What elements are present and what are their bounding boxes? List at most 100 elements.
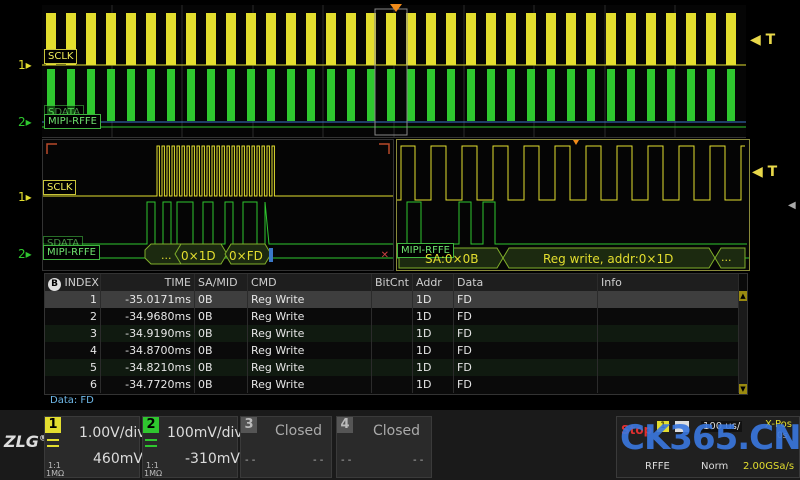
ch2-settings[interactable]: 2 100mV/div -310mV 1:1 1MΩ <box>142 416 243 478</box>
ch1-offset: 460mV <box>93 451 143 467</box>
side-panel-toggle[interactable]: ◀ <box>788 200 796 211</box>
ch4-dash-left: - - <box>341 455 352 466</box>
cell-sa: 0B <box>195 359 248 376</box>
cell-data: FD <box>454 359 598 376</box>
cell-sa: 0B <box>195 291 248 308</box>
col-header-addr[interactable]: Addr <box>413 274 454 291</box>
scroll-down-arrow[interactable]: ▼ <box>739 384 747 394</box>
ch2-marker-top[interactable]: 2▸ <box>18 115 32 129</box>
col-header-bitcnt[interactable]: BitCnt <box>372 274 413 291</box>
trigger-mode: Norm <box>701 461 729 472</box>
cell-bitcnt <box>372 291 413 308</box>
cell-data: FD <box>454 376 598 393</box>
cell-index: 4 <box>45 342 101 359</box>
decode-table[interactable]: B INDEX TIME SA/MID CMD BitCnt Addr Data… <box>44 273 748 395</box>
cell-data: FD <box>454 308 598 325</box>
ch3-dash-left: - - <box>245 455 256 466</box>
zoom-left-decode-addr: 0×1D <box>181 249 216 263</box>
cell-data: FD <box>454 291 598 308</box>
col-header-info[interactable]: Info <box>598 274 739 291</box>
zoom-left-decode-data: 0×FD <box>229 249 263 263</box>
cell-bitcnt <box>372 342 413 359</box>
zoom-right-pane[interactable]: MIPI-RFFE SA:0×0B Reg write, addr:0×1D .… <box>396 139 750 271</box>
cell-info <box>598 308 739 325</box>
ch4-dash-right: - - <box>413 455 424 466</box>
col-header-index[interactable]: INDEX <box>65 276 99 289</box>
cell-info <box>598 359 739 376</box>
col-header-cmd[interactable]: CMD <box>248 274 372 291</box>
zoom-left-decode-ellipsis: ... <box>161 249 172 262</box>
cell-time: -34.8700ms <box>101 342 195 359</box>
cell-cmd: Reg Write <box>248 325 372 342</box>
ch4-state: Closed <box>373 423 421 439</box>
cell-index: 3 <box>45 325 101 342</box>
cell-index: 2 <box>45 308 101 325</box>
table-badge-cell: B INDEX <box>45 274 101 291</box>
cell-index: 6 <box>45 376 101 393</box>
cell-cmd: Reg Write <box>248 359 372 376</box>
watermark: CK365.CN <box>620 418 800 458</box>
overview-waveforms <box>42 5 746 137</box>
col-header-time[interactable]: TIME <box>101 274 195 291</box>
ch2-offset: -310mV <box>185 451 240 467</box>
cell-info <box>598 376 739 393</box>
cell-info <box>598 342 739 359</box>
ch1-marker-top[interactable]: 1▸ <box>18 58 32 72</box>
zoom-left-ch1-label: SCLK <box>43 180 77 195</box>
table-row[interactable]: 1 -35.0171ms 0B Reg Write 1D FD <box>45 291 739 308</box>
overview-pane[interactable]: SCLK SDATA MIPI-RFFE <box>42 5 746 138</box>
zoom-right-decode-cmd: Reg write, addr:0×1D <box>543 252 674 266</box>
bus-b-badge: B <box>48 278 61 291</box>
cell-addr: 1D <box>413 376 454 393</box>
trigger-level-marker-top[interactable]: ◀ T <box>750 32 775 48</box>
cell-addr: 1D <box>413 359 454 376</box>
ch1-marker-zoom[interactable]: 1▸ <box>18 190 32 204</box>
table-scrollbar[interactable]: ▲ ▼ <box>739 291 747 394</box>
table-row[interactable]: 4 -34.8700ms 0B Reg Write 1D FD <box>45 342 739 359</box>
ch4-badge: 4 <box>337 417 353 433</box>
cell-time: -34.8210ms <box>101 359 195 376</box>
ch1-settings[interactable]: 1 1.00V/div 460mV 1:1 1MΩ <box>44 416 146 478</box>
cell-addr: 1D <box>413 291 454 308</box>
table-row[interactable]: 6 -34.7720ms 0B Reg Write 1D FD <box>45 376 739 393</box>
table-row[interactable]: 2 -34.9680ms 0B Reg Write 1D FD <box>45 308 739 325</box>
cell-cmd: Reg Write <box>248 291 372 308</box>
zlg-logo: ZLG® <box>4 432 47 451</box>
ch3-dash-right: - - <box>313 455 324 466</box>
cell-index: 1 <box>45 291 101 308</box>
cell-data: FD <box>454 325 598 342</box>
ch2-badge: 2 <box>143 417 159 433</box>
cell-cmd: Reg Write <box>248 342 372 359</box>
table-row[interactable]: 3 -34.9190ms 0B Reg Write 1D FD <box>45 325 739 342</box>
overview-ch1-label: SCLK <box>44 49 78 64</box>
cell-time: -35.0171ms <box>101 291 195 308</box>
ch2-marker-zoom[interactable]: 2▸ <box>18 247 32 261</box>
zoom-left-pane[interactable]: ✕ ... 0×1D 0×FD SCLK SDATA MIPI-RFFE <box>42 139 394 271</box>
ch4-settings[interactable]: 4 Closed - - - - <box>336 416 432 478</box>
zoom-left-ch2-label: MIPI-RFFE <box>43 245 100 260</box>
col-header-data[interactable]: Data <box>454 274 598 291</box>
sample-rate: 2.00GSa/s <box>743 461 795 472</box>
trigger-level-marker-zoom[interactable]: ◀ T <box>752 164 777 180</box>
ch2-scale: 100mV/div <box>167 425 243 441</box>
cell-cmd: Reg Write <box>248 308 372 325</box>
cell-time: -34.9190ms <box>101 325 195 342</box>
overview-ch2-label: MIPI-RFFE <box>44 114 101 129</box>
zoom-right-decode-sa: SA:0×0B <box>425 252 479 266</box>
cell-addr: 1D <box>413 342 454 359</box>
ch3-settings[interactable]: 3 Closed - - - - <box>240 416 332 478</box>
trigger-position-marker[interactable] <box>390 4 402 12</box>
cell-bitcnt <box>372 376 413 393</box>
cell-time: -34.9680ms <box>101 308 195 325</box>
cell-time: -34.7720ms <box>101 376 195 393</box>
table-header: B INDEX TIME SA/MID CMD BitCnt Addr Data… <box>45 274 739 291</box>
ch3-state: Closed <box>275 423 323 439</box>
cell-addr: 1D <box>413 325 454 342</box>
cell-sa: 0B <box>195 308 248 325</box>
col-header-sa[interactable]: SA/MID <box>195 274 248 291</box>
table-row[interactable]: 5 -34.8210ms 0B Reg Write 1D FD <box>45 359 739 376</box>
scroll-up-arrow[interactable]: ▲ <box>739 291 747 301</box>
cell-cmd: Reg Write <box>248 376 372 393</box>
cell-bitcnt <box>372 359 413 376</box>
cell-addr: 1D <box>413 308 454 325</box>
